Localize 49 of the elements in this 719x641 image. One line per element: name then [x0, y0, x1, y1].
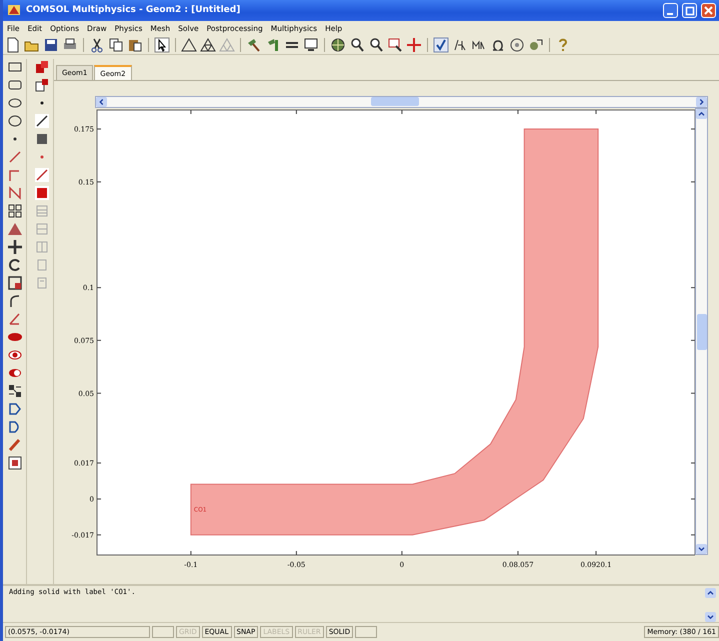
window-title: COMSOL Multiphysics - Geom2 : [Untitled] — [26, 5, 242, 16]
scroll-up-icon[interactable] — [696, 108, 707, 119]
zoom-in-icon[interactable] — [349, 36, 365, 53]
ellipse-icon[interactable] — [7, 112, 23, 129]
target-icon[interactable] — [509, 36, 525, 53]
status-field — [355, 626, 378, 638]
scrollbar-thumb[interactable] — [371, 97, 419, 106]
scroll-down-icon[interactable] — [696, 544, 707, 554]
scale-icon[interactable] — [7, 274, 23, 291]
line-icon[interactable] — [34, 166, 50, 183]
vertical-scrollbar[interactable] — [695, 108, 708, 555]
line-icon[interactable] — [34, 112, 50, 129]
square-icon[interactable] — [34, 184, 50, 201]
maximize-button[interactable] — [682, 2, 697, 18]
scroll-down-icon[interactable] — [705, 612, 716, 622]
zoom-out-icon[interactable] — [368, 36, 384, 53]
shape-outline-icon[interactable] — [7, 400, 23, 417]
new-file-icon[interactable] — [5, 36, 21, 53]
scroll-right-icon[interactable] — [696, 96, 707, 107]
hammer-icon[interactable] — [246, 36, 262, 53]
split-icon[interactable] — [7, 454, 23, 471]
move-icon[interactable] — [7, 238, 23, 255]
status-field — [152, 626, 174, 638]
triangle-mesh-icon[interactable] — [200, 36, 216, 53]
minimize-icon — [667, 12, 673, 15]
cut-icon[interactable] — [89, 36, 105, 53]
monitor-icon[interactable] — [303, 36, 319, 53]
globe-icon[interactable] — [330, 36, 346, 53]
scroll-up-icon[interactable] — [705, 588, 716, 598]
squares-icon[interactable] — [34, 76, 50, 93]
minimize-button[interactable] — [663, 2, 678, 18]
array-icon[interactable] — [7, 202, 23, 219]
pointer-icon[interactable] — [154, 36, 170, 53]
scrollbar-thumb[interactable] — [697, 314, 707, 350]
curve-icon[interactable] — [7, 184, 23, 201]
scroll-left-icon[interactable] — [96, 96, 107, 107]
squares-icon[interactable] — [34, 58, 50, 75]
crosshair-icon[interactable] — [406, 36, 422, 53]
pencil-icon[interactable] — [7, 436, 23, 453]
triangle-icon[interactable] — [7, 220, 23, 237]
horizontal-scrollbar[interactable] — [95, 96, 708, 108]
hammer-icon[interactable] — [265, 36, 281, 53]
triangle-outline-icon[interactable] — [181, 36, 197, 53]
close-button[interactable] — [701, 2, 716, 18]
check-icon[interactable] — [433, 36, 449, 53]
close-icon — [702, 4, 715, 17]
copy-icon[interactable] — [108, 36, 124, 53]
zoom-window-icon[interactable] — [387, 36, 403, 53]
save-icon[interactable] — [43, 36, 59, 53]
